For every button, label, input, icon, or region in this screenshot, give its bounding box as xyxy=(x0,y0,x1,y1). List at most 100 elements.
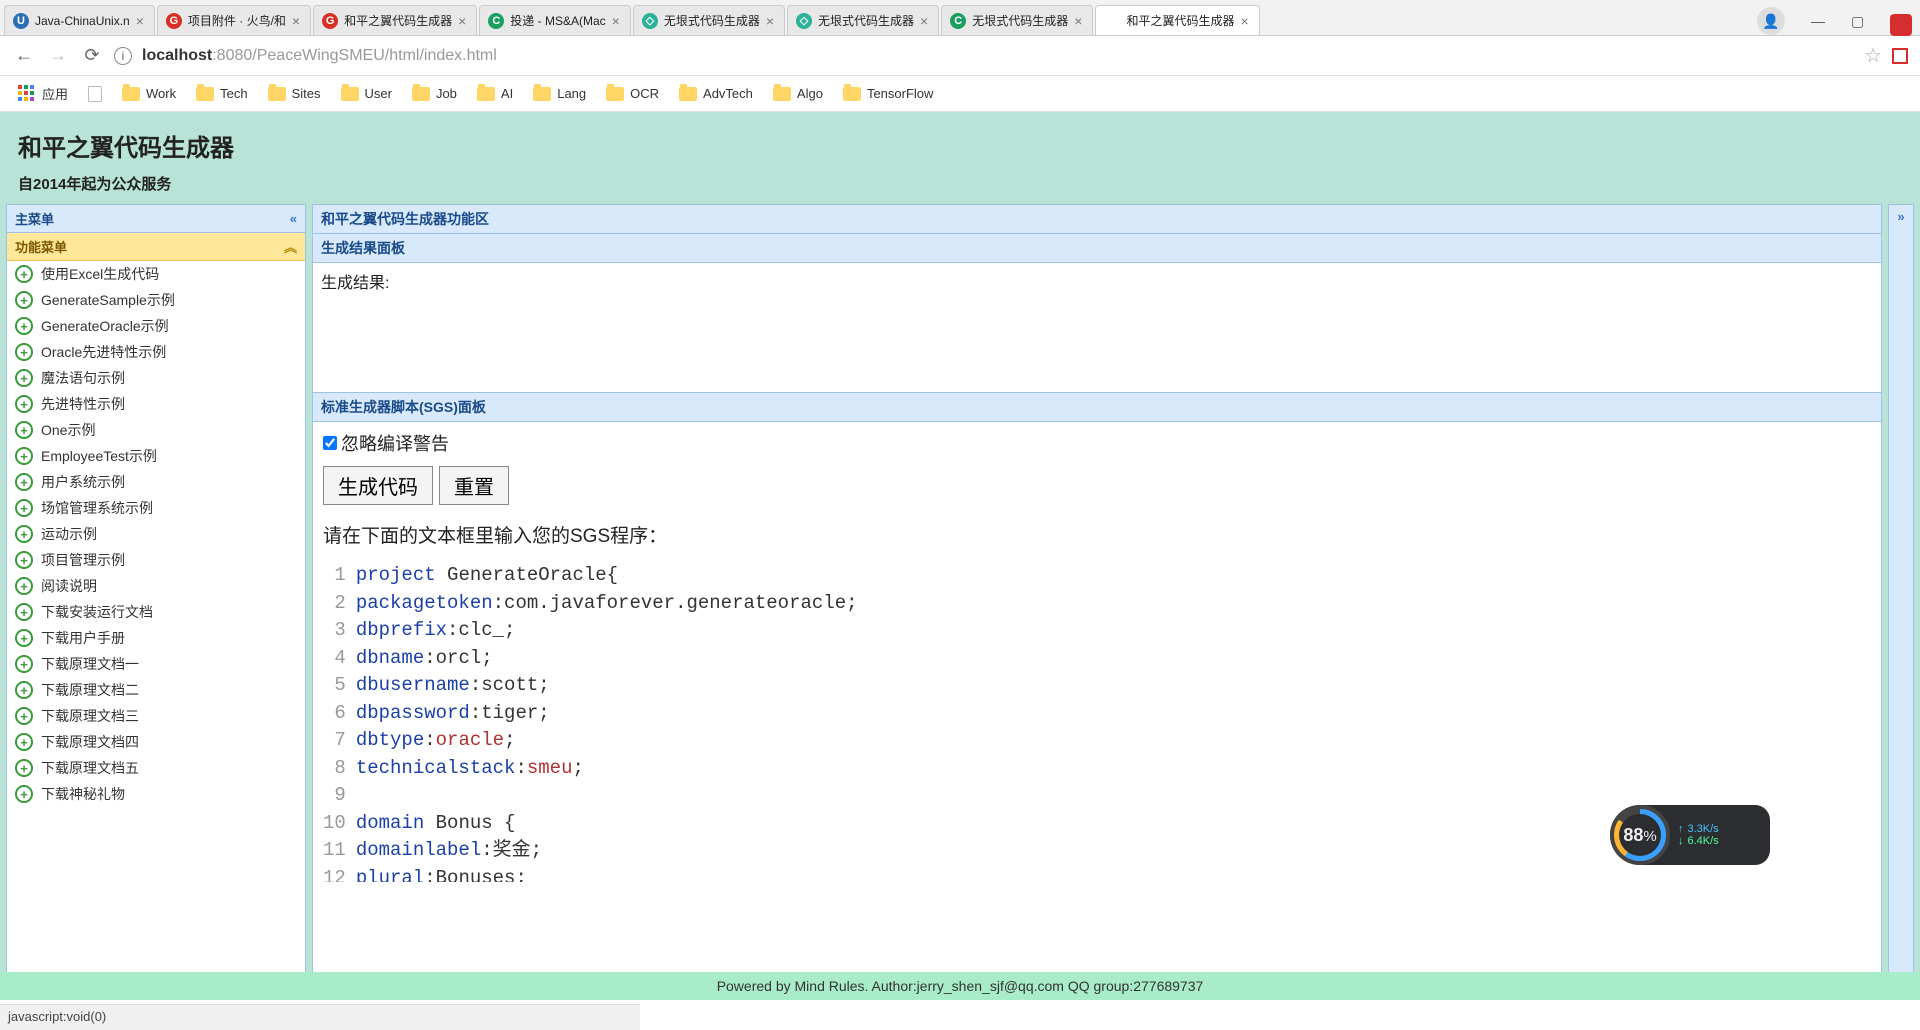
folder-icon xyxy=(268,87,286,101)
network-widget[interactable]: 88% ↑ 3.3K/s ↓ 6.4K/s xyxy=(1610,805,1770,865)
info-icon[interactable]: i xyxy=(114,47,132,65)
browser-tab[interactable]: C无垠式代码生成器× xyxy=(941,5,1093,35)
collapse-up-icon[interactable]: ︽ xyxy=(284,237,297,256)
sgs-body: 忽略编译警告 生成代码 重置 请在下面的文本框里输入您的SGS程序： 12345… xyxy=(313,422,1881,987)
sidebar-item[interactable]: +One示例 xyxy=(7,417,305,443)
sidebar-item[interactable]: +下载安装运行文档 xyxy=(7,599,305,625)
bookmark-folder[interactable]: Lang xyxy=(527,84,592,103)
code-gutter: 123456789101112 xyxy=(323,562,356,882)
favicon: C xyxy=(488,13,504,29)
sidebar-item[interactable]: +先进特性示例 xyxy=(7,391,305,417)
sidebar-item[interactable]: +Oracle先进特性示例 xyxy=(7,339,305,365)
folder-icon xyxy=(843,87,861,101)
sidebar-item-label: EmployeeTest示例 xyxy=(41,446,157,466)
sidebar-item[interactable]: +下载原理文档一 xyxy=(7,651,305,677)
sidebar-item[interactable]: +用户系统示例 xyxy=(7,469,305,495)
reset-button[interactable]: 重置 xyxy=(439,466,509,505)
tab-close-icon[interactable]: × xyxy=(920,13,928,29)
tab-close-icon[interactable]: × xyxy=(766,13,774,29)
plus-icon: + xyxy=(15,681,33,699)
sidebar-item[interactable]: +使用Excel生成代码 xyxy=(7,261,305,287)
sidebar-item[interactable]: +下载神秘礼物 xyxy=(7,781,305,807)
sidebar-item[interactable]: +下载原理文档二 xyxy=(7,677,305,703)
browser-tab[interactable]: 和平之翼代码生成器 × xyxy=(1095,5,1259,35)
browser-tab[interactable]: G和平之翼代码生成器× xyxy=(313,5,477,35)
ignore-warnings-text: 忽略编译警告 xyxy=(341,430,449,456)
sidebar-title: 主菜单 « xyxy=(7,205,305,233)
bookmark-folder[interactable]: Sites xyxy=(262,84,327,103)
sidebar-item-label: One示例 xyxy=(41,420,95,440)
tab-close-icon[interactable]: × xyxy=(612,13,620,29)
browser-tab[interactable]: ◇无垠式代码生成器× xyxy=(787,5,939,35)
sidebar-item-label: 下载原理文档三 xyxy=(41,706,139,726)
browser-tab[interactable]: C投递 - MS&A(Mac× xyxy=(479,5,631,35)
bookmark-folder[interactable]: AdvTech xyxy=(673,84,759,103)
tab-label: 和平之翼代码生成器 xyxy=(1126,12,1234,29)
browser-tab[interactable]: UJava-ChinaUnix.n× xyxy=(4,5,155,35)
tab-label: 和平之翼代码生成器 xyxy=(344,12,452,29)
tab-label: 无垠式代码生成器 xyxy=(818,12,914,29)
apps-button[interactable]: 应用 xyxy=(12,82,74,105)
sidebar-item[interactable]: +魔法语句示例 xyxy=(7,365,305,391)
bookmark-folder[interactable]: TensorFlow xyxy=(837,84,939,103)
generate-button[interactable]: 生成代码 xyxy=(323,466,433,505)
tab-close-icon[interactable]: × xyxy=(1074,13,1082,29)
sidebar-item[interactable]: +下载原理文档三 xyxy=(7,703,305,729)
bookmark-label: Algo xyxy=(797,86,823,101)
sidebar-item-label: 魔法语句示例 xyxy=(41,368,125,388)
folder-icon xyxy=(606,87,624,101)
adblock-icon[interactable] xyxy=(1890,14,1912,36)
user-avatar-icon[interactable]: 👤 xyxy=(1757,7,1785,35)
tab-close-icon[interactable]: × xyxy=(458,13,466,29)
tab-close-icon[interactable]: × xyxy=(1240,13,1248,29)
sidebar-item[interactable]: +下载用户手册 xyxy=(7,625,305,651)
favicon xyxy=(1104,13,1120,29)
sidebar-item[interactable]: +运动示例 xyxy=(7,521,305,547)
plus-icon: + xyxy=(15,785,33,803)
sidebar-item[interactable]: +阅读说明 xyxy=(7,573,305,599)
bookmark-folder[interactable]: Job xyxy=(406,84,463,103)
browser-tab[interactable]: ◇无垠式代码生成器× xyxy=(633,5,785,35)
url-field[interactable]: localhost:8080/PeaceWingSMEU/html/index.… xyxy=(142,47,1854,65)
forward-icon[interactable]: → xyxy=(46,45,70,66)
bookmark-folder[interactable]: AI xyxy=(471,84,519,103)
code-source[interactable]: project GenerateOracle{packagetoken:com.… xyxy=(356,562,858,882)
sidebar-item[interactable]: +GenerateSample示例 xyxy=(7,287,305,313)
back-icon[interactable]: ← xyxy=(12,45,36,66)
ignore-warnings-label[interactable]: 忽略编译警告 xyxy=(323,430,1871,456)
plus-icon: + xyxy=(15,733,33,751)
sidebar-item[interactable]: + 下载原理文档四 xyxy=(7,729,305,755)
tab-close-icon[interactable]: × xyxy=(292,13,300,29)
tab-label: 无垠式代码生成器 xyxy=(972,12,1068,29)
sidebar-item[interactable]: +GenerateOracle示例 xyxy=(7,313,305,339)
collapse-left-icon[interactable]: « xyxy=(290,211,297,226)
extension-icon[interactable] xyxy=(1892,48,1908,64)
sidebar-item[interactable]: +EmployeeTest示例 xyxy=(7,443,305,469)
minimize-icon[interactable]: — xyxy=(1811,13,1825,29)
browser-tab[interactable]: G项目附件 · 火鸟/和× xyxy=(157,5,311,35)
app-header: 和平之翼代码生成器 自2014年起为公众服务 xyxy=(0,112,1920,204)
bookmark-folder[interactable]: Tech xyxy=(190,84,253,103)
bookmark-folder[interactable]: User xyxy=(335,84,398,103)
bookmark-label: AI xyxy=(501,86,513,101)
bookmark-folder[interactable]: OCR xyxy=(600,84,665,103)
tab-close-icon[interactable]: × xyxy=(136,13,144,29)
bookmark-folder[interactable]: Work xyxy=(116,84,182,103)
sgs-panel-title: 标准生成器脚本(SGS)面板 xyxy=(313,393,1881,422)
bookmark-star-icon[interactable]: ☆ xyxy=(1864,43,1882,68)
ignore-warnings-checkbox[interactable] xyxy=(323,436,337,450)
sidebar-item[interactable]: +项目管理示例 xyxy=(7,547,305,573)
folder-icon xyxy=(533,87,551,101)
sidebar-item-label: 下载原理文档四 xyxy=(41,732,139,752)
reload-icon[interactable]: ⟳ xyxy=(80,45,104,66)
sidebar-item[interactable]: +下载原理文档五 xyxy=(7,755,305,781)
tab-label: 项目附件 · 火鸟/和 xyxy=(188,12,286,29)
plus-icon: + xyxy=(15,317,33,335)
tab-label: Java-ChinaUnix.n xyxy=(35,14,130,28)
bookmark-page[interactable] xyxy=(82,84,108,104)
bookmark-folder[interactable]: Algo xyxy=(767,84,829,103)
maximize-icon[interactable]: ▢ xyxy=(1851,13,1864,30)
sidebar-item[interactable]: +场馆管理系统示例 xyxy=(7,495,305,521)
right-collapse[interactable]: » xyxy=(1888,204,1914,988)
function-menu-title[interactable]: 功能菜单 ︽ xyxy=(7,233,305,261)
